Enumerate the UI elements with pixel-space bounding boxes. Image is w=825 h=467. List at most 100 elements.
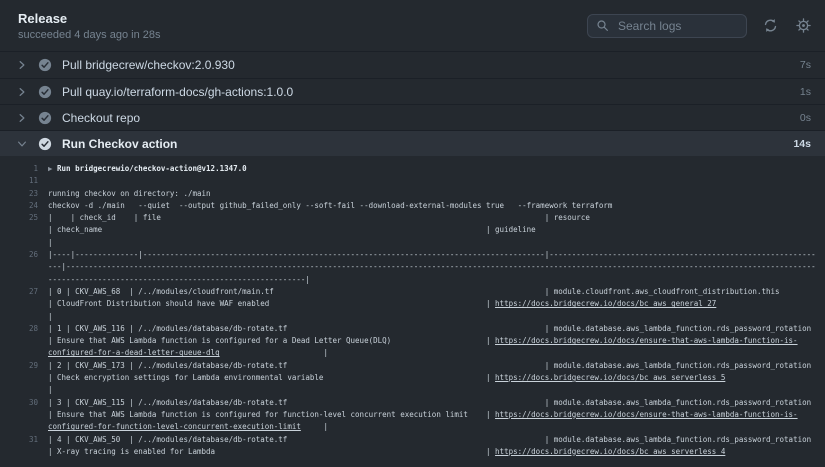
log-text: | bbox=[486, 336, 495, 345]
log-text: | bbox=[48, 312, 53, 321]
log-text: | | check_id | file bbox=[48, 213, 161, 222]
log-link[interactable]: https://docs.bridgecrew.io/docs/bc_aws_s… bbox=[495, 447, 725, 456]
line-number[interactable]: 1 bbox=[0, 163, 48, 175]
log-link[interactable]: https://docs.bridgecrew.io/docs/bc_aws_s… bbox=[495, 373, 725, 382]
log-text: ----------------------------------------… bbox=[66, 262, 816, 271]
line-number[interactable] bbox=[0, 384, 48, 396]
log-line-content: ----------------------------------------… bbox=[48, 274, 825, 286]
log-line-content: | 3 | CKV_AWS_115 | /../modules/database… bbox=[48, 397, 825, 409]
log-line: 23 running checkov on directory: ./main bbox=[0, 188, 825, 200]
log-text: | X-ray tracing is enabled for Lambda bbox=[48, 447, 215, 456]
log-line: | bbox=[0, 311, 825, 323]
check-circle-icon bbox=[38, 137, 52, 151]
log-text: running checkov on directory: ./main bbox=[48, 189, 211, 198]
log-line: 26 |----|--------------|----------------… bbox=[0, 249, 825, 261]
line-number[interactable] bbox=[0, 409, 48, 421]
line-number[interactable] bbox=[0, 421, 48, 433]
line-number[interactable] bbox=[0, 347, 48, 359]
log-text: ▶ bbox=[48, 164, 57, 173]
log-settings-button[interactable] bbox=[796, 18, 811, 33]
line-number[interactable]: 31 bbox=[0, 434, 48, 446]
log-line-content: | bbox=[48, 384, 825, 396]
search-icon bbox=[596, 19, 609, 32]
log-line: configured-for-a-dead-letter-queue-dlq | bbox=[0, 347, 825, 359]
step-row[interactable]: Run Checkov action 14s bbox=[0, 130, 825, 156]
log-text: | CloudFront Distribution should have WA… bbox=[48, 299, 269, 308]
log-link[interactable]: https://docs.bridgecrew.io/docs/ensure-t… bbox=[495, 410, 798, 419]
log-viewer: 1 ▶ Run bridgecrewio/checkov-action@v12.… bbox=[0, 156, 825, 458]
log-text: | bbox=[323, 422, 328, 431]
line-number[interactable] bbox=[0, 446, 48, 458]
log-line-content: | Ensure that AWS Lambda function is con… bbox=[48, 409, 825, 421]
line-number[interactable]: 27 bbox=[0, 286, 48, 298]
log-text: | module.database.aws_lambda_function.rd… bbox=[545, 324, 811, 333]
step-duration: 14s bbox=[793, 138, 815, 150]
log-text: |----|--------------| bbox=[48, 250, 143, 259]
line-number[interactable] bbox=[0, 261, 48, 273]
run-header: Release succeeded 4 days ago in 28s bbox=[0, 0, 825, 52]
log-link[interactable]: configured-for-function-level-concurrent… bbox=[48, 422, 301, 431]
log-text: | 4 | CKV_AWS_50 | /../modules/database/… bbox=[48, 435, 287, 444]
log-text: | module.cloudfront.aws_cloudfront_distr… bbox=[545, 287, 780, 296]
log-line: 30 | 3 | CKV_AWS_115 | /../modules/datab… bbox=[0, 397, 825, 409]
run-title: Release bbox=[18, 11, 161, 26]
log-line: 1 ▶ Run bridgecrewio/checkov-action@v12.… bbox=[0, 163, 825, 175]
line-number[interactable] bbox=[0, 311, 48, 323]
log-line-content: | 2 | CKV_AWS_173 | /../modules/database… bbox=[48, 360, 825, 372]
log-line-content: | check_name | guideline bbox=[48, 224, 825, 236]
gear-icon bbox=[796, 18, 811, 33]
log-text: | Ensure that AWS Lambda function is con… bbox=[48, 336, 391, 345]
log-line-content: | bbox=[48, 311, 825, 323]
log-text: | guideline bbox=[486, 225, 536, 234]
log-text: | Check encryption settings for Lambda e… bbox=[48, 373, 323, 382]
line-number[interactable]: 26 bbox=[0, 249, 48, 261]
chevron-down-icon[interactable] bbox=[16, 138, 34, 150]
line-number[interactable] bbox=[0, 274, 48, 286]
line-number[interactable] bbox=[0, 224, 48, 236]
log-line: 29 | 2 | CKV_AWS_173 | /../modules/datab… bbox=[0, 360, 825, 372]
step-row[interactable]: Checkout repo 0s bbox=[0, 104, 825, 130]
line-number[interactable] bbox=[0, 335, 48, 347]
line-number[interactable]: 11 bbox=[0, 175, 48, 187]
step-row[interactable]: Pull bridgecrew/checkov:2.0.930 7s bbox=[0, 52, 825, 78]
log-link[interactable]: https://docs.bridgecrew.io/docs/ensure-t… bbox=[495, 336, 798, 345]
log-link[interactable]: https://docs.bridgecrew.io/docs/bc_aws_g… bbox=[495, 299, 716, 308]
log-link[interactable]: configured-for-a-dead-letter-queue-dlq bbox=[48, 348, 220, 357]
line-number[interactable] bbox=[0, 372, 48, 384]
check-circle-icon bbox=[38, 85, 52, 99]
log-text: | bbox=[486, 447, 495, 456]
line-number[interactable] bbox=[0, 298, 48, 310]
line-number[interactable]: 28 bbox=[0, 323, 48, 335]
line-number[interactable]: 23 bbox=[0, 188, 48, 200]
line-number[interactable]: 25 bbox=[0, 212, 48, 224]
line-number[interactable]: 30 bbox=[0, 397, 48, 409]
line-number[interactable]: 24 bbox=[0, 200, 48, 212]
steps-list: Pull bridgecrew/checkov:2.0.930 7s Pull … bbox=[0, 52, 825, 156]
workflow-log-page: { "colors": { "page_bg": "#24292f", "exp… bbox=[0, 0, 825, 467]
log-text: | resource bbox=[545, 213, 590, 222]
chevron-right-icon[interactable] bbox=[16, 59, 34, 71]
run-header-left: Release succeeded 4 days ago in 28s bbox=[18, 11, 161, 41]
log-line-content: | 4 | CKV_AWS_50 | /../modules/database/… bbox=[48, 434, 825, 446]
log-text: | module.database.aws_lambda_function.rd… bbox=[545, 398, 811, 407]
log-line-content: | X-ray tracing is enabled for Lambda | … bbox=[48, 446, 825, 458]
log-text: ----------------------------------------… bbox=[143, 250, 545, 259]
step-label: Checkout repo bbox=[62, 111, 140, 125]
log-line-content: configured-for-a-dead-letter-queue-dlq | bbox=[48, 347, 825, 359]
chevron-right-icon[interactable] bbox=[16, 86, 34, 98]
step-label: Pull bridgecrew/checkov:2.0.930 bbox=[62, 58, 235, 72]
line-number[interactable]: 29 bbox=[0, 360, 48, 372]
log-line: ----------------------------------------… bbox=[0, 274, 825, 286]
step-row[interactable]: Pull quay.io/terraform-docs/gh-actions:1… bbox=[0, 78, 825, 104]
line-number[interactable] bbox=[0, 237, 48, 249]
log-line: | bbox=[0, 384, 825, 396]
step-label: Pull quay.io/terraform-docs/gh-actions:1… bbox=[62, 85, 293, 99]
log-text: | bbox=[486, 373, 495, 382]
step-duration: 1s bbox=[800, 86, 815, 98]
search-box[interactable] bbox=[587, 14, 747, 38]
log-line-content: | bbox=[48, 237, 825, 249]
refresh-logs-button[interactable] bbox=[763, 18, 778, 33]
search-input[interactable] bbox=[616, 18, 738, 34]
log-line-content: | | check_id | file | resource bbox=[48, 212, 825, 224]
chevron-right-icon[interactable] bbox=[16, 112, 34, 124]
